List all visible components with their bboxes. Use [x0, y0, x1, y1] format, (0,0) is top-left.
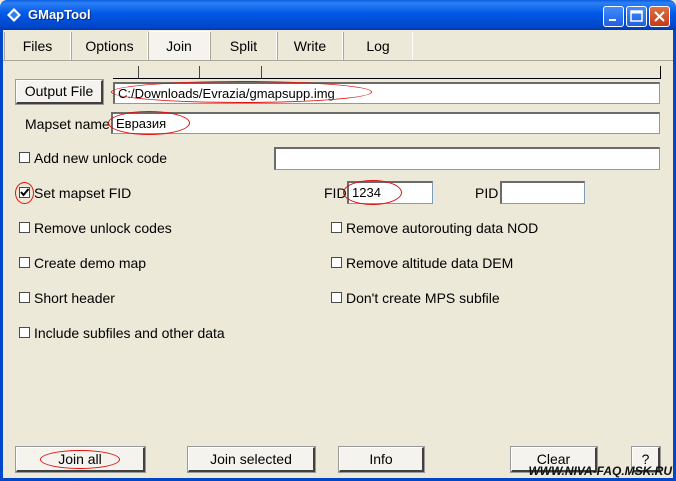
- annotation-oval: [111, 81, 372, 103]
- add-unlock-label: Add new unlock code: [34, 150, 168, 166]
- annotation-oval: [108, 111, 190, 135]
- add-unlock-checkbox[interactable]: [19, 152, 30, 163]
- mapset-name-label: Mapset name: [25, 116, 110, 132]
- minimize-button[interactable]: [603, 6, 624, 27]
- no-mps-checkbox[interactable]: [331, 292, 342, 303]
- remove-dem-checkbox[interactable]: [331, 257, 342, 268]
- pid-label: PID: [475, 185, 499, 201]
- file-list-strip[interactable]: [113, 66, 661, 79]
- tab-log[interactable]: Log: [343, 32, 413, 60]
- remove-dem-label: Remove altitude data DEM: [346, 255, 514, 271]
- info-button[interactable]: Info: [338, 446, 425, 473]
- pid-field[interactable]: [500, 181, 585, 204]
- set-fid-label: Set mapset FID: [34, 185, 132, 201]
- include-subfiles-label: Include subfiles and other data: [34, 325, 225, 341]
- annotation-oval: [15, 182, 34, 204]
- title-bar[interactable]: [0, 0, 676, 30]
- maximize-icon: [630, 10, 643, 22]
- short-header-label: Short header: [34, 290, 115, 306]
- maximize-button[interactable]: [626, 6, 647, 27]
- watermark: WWW.NIVA-FAQ.MSK.RU: [528, 464, 672, 478]
- tab-options[interactable]: Options: [71, 32, 148, 60]
- remove-unlock-label: Remove unlock codes: [34, 220, 172, 236]
- app-diamond-icon: [7, 8, 21, 22]
- unlock-code-field[interactable]: [274, 147, 660, 170]
- window-title: GMapTool: [28, 7, 91, 22]
- output-file-button[interactable]: Output File: [15, 79, 104, 105]
- tab-join[interactable]: Join: [148, 31, 210, 61]
- create-demo-label: Create demo map: [34, 255, 147, 271]
- close-button[interactable]: [649, 6, 670, 27]
- tab-split[interactable]: Split: [210, 32, 277, 60]
- tab-files[interactable]: Files: [4, 32, 71, 60]
- include-subfiles-checkbox[interactable]: [19, 327, 30, 338]
- tab-write[interactable]: Write: [277, 32, 343, 60]
- close-icon: [654, 11, 665, 22]
- mapset-name-field[interactable]: Евразия: [111, 112, 660, 134]
- remove-nod-checkbox[interactable]: [331, 222, 342, 233]
- column-divider: [199, 66, 200, 78]
- no-mps-label: Don't create MPS subfile: [346, 290, 500, 306]
- annotation-oval: [40, 450, 120, 469]
- join-selected-button[interactable]: Join selected: [187, 446, 316, 473]
- column-divider: [261, 66, 262, 78]
- remove-nod-label: Remove autorouting data NOD: [346, 220, 539, 236]
- annotation-oval: [343, 180, 402, 205]
- column-divider: [138, 66, 139, 78]
- create-demo-checkbox[interactable]: [19, 257, 30, 268]
- short-header-checkbox[interactable]: [19, 292, 30, 303]
- minimize-icon: [609, 19, 616, 21]
- remove-unlock-checkbox[interactable]: [19, 222, 30, 233]
